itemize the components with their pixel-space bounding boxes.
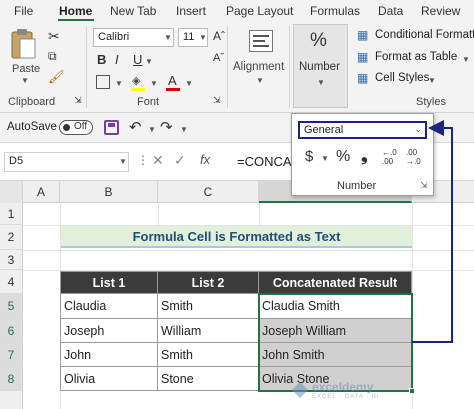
annotation-arrow [412,120,453,343]
